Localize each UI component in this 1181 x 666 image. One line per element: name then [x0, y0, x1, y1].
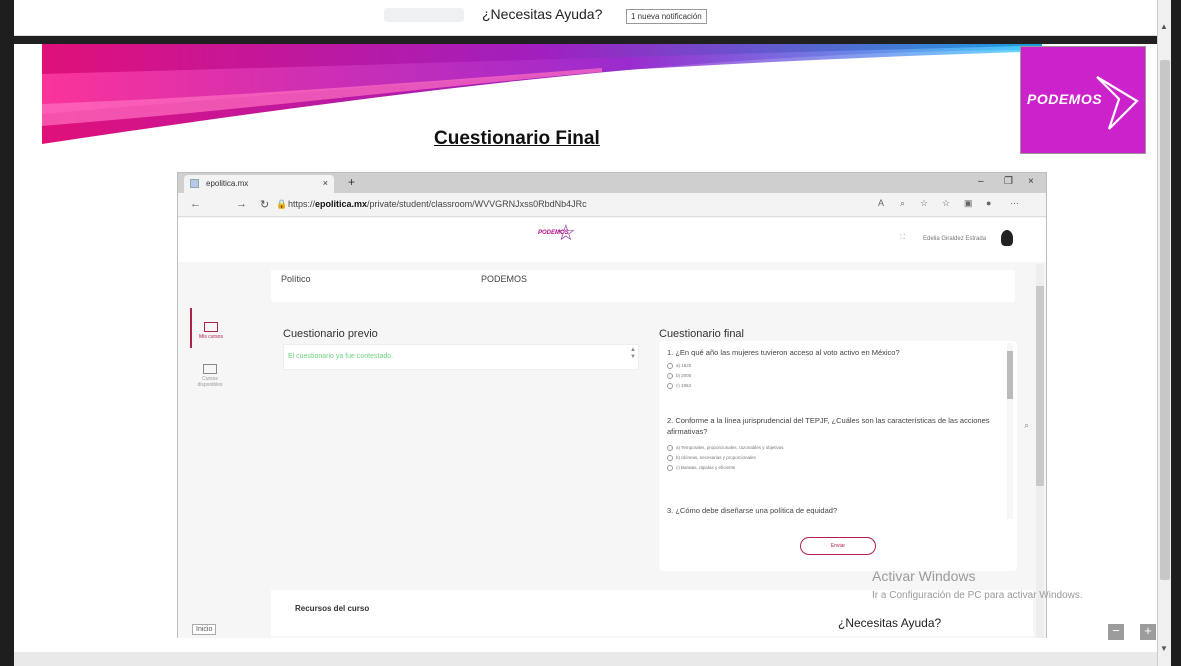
- info-right: PODEMOS: [481, 274, 528, 284]
- help-title[interactable]: ¿Necesitas Ayuda?: [482, 6, 602, 22]
- window-scrollbar[interactable]: ▲ ▼: [1157, 0, 1171, 666]
- blurred-area: [384, 8, 464, 22]
- option-label: a) 1920: [676, 363, 692, 369]
- user-name[interactable]: Edelia Giraldez Estrada: [923, 236, 986, 242]
- page-scroll-thumb[interactable]: [1036, 286, 1044, 486]
- sidebar-item-cursos-disponibles[interactable]: Cursos disponibles: [190, 364, 230, 388]
- read-aloud-icon[interactable]: A: [878, 198, 884, 208]
- favicon-icon: [190, 179, 199, 188]
- option-label: a) Temporales, proporcionales, razonable…: [676, 445, 784, 451]
- notification-badge[interactable]: 1 nueva notificación: [626, 9, 707, 24]
- refresh-icon[interactable]: ↻: [260, 198, 269, 211]
- presentation-frame: ¿Necesitas Ayuda? 1 nueva notificación P…: [0, 0, 1181, 666]
- sidebar-item-label: Mis cursos: [199, 334, 223, 340]
- activate-windows-title: Activar Windows: [872, 568, 976, 584]
- url-domain: epolitica.mx: [315, 199, 368, 209]
- browser-tab[interactable]: epolitica.mx ×: [184, 175, 334, 193]
- sidebar-item-mis-cursos[interactable]: Mis cursos: [190, 308, 230, 348]
- close-window-button[interactable]: ×: [1028, 176, 1034, 187]
- option-label: b) 2005: [676, 373, 692, 379]
- question-1: 1. ¿En qué año las mujeres tuvieron acce…: [667, 348, 900, 357]
- inicio-button[interactable]: Inicio: [192, 624, 217, 635]
- more-icon[interactable]: ⋯: [1010, 198, 1019, 209]
- top-help-bar: ¿Necesitas Ayuda? 1 nueva notificación: [14, 0, 1171, 36]
- search-icon[interactable]: ⌕: [1024, 420, 1029, 431]
- url-prefix: https://: [288, 199, 316, 209]
- option-2b[interactable]: b) Idóneas, necesarias y proporcionales: [667, 455, 756, 461]
- left-border: [0, 0, 14, 666]
- question-3: 3. ¿Cómo debe diseñarse una política de …: [667, 506, 838, 515]
- radio-button[interactable]: [667, 363, 673, 369]
- profile-icon[interactable]: ●: [986, 198, 991, 208]
- scroll-down-icon[interactable]: ▼: [1160, 644, 1168, 653]
- option-1b[interactable]: b) 2005: [667, 373, 691, 379]
- option-label: c) 1953: [676, 383, 692, 389]
- expand-icon[interactable]: ⛶: [900, 234, 905, 242]
- tab-bar: epolitica.mx × + – ❐ ×: [178, 173, 1046, 193]
- tab-close-icon[interactable]: ×: [323, 178, 328, 188]
- info-left: Político: [281, 274, 311, 284]
- url-field[interactable]: https://epolitica.mx/private/student/cla…: [288, 199, 587, 209]
- prev-quiz-title: Cuestionario previo: [283, 328, 378, 340]
- page-header: PODEMOS ☆ ⛶ Edelia Giraldez Estrada: [178, 218, 1046, 262]
- star-icon: [1096, 76, 1139, 130]
- monitor-icon: [203, 364, 217, 374]
- favorite-icon[interactable]: ☆: [920, 198, 928, 209]
- slide-title: Cuestionario Final: [434, 128, 600, 149]
- option-1c[interactable]: c) 1953: [667, 383, 691, 389]
- prev-quiz-box: El cuestionario ya fue contestado. ▲ ▼: [283, 344, 639, 370]
- question-2: 2. Conforme a la línea jurisprudencial d…: [667, 416, 990, 436]
- radio-button[interactable]: [667, 383, 673, 389]
- minimize-button[interactable]: –: [978, 176, 984, 187]
- option-label: c) Baratas, rápidas y eficiente: [676, 465, 736, 471]
- header-star-icon: ☆: [556, 220, 576, 245]
- radio-button[interactable]: [667, 455, 673, 461]
- option-1a[interactable]: a) 1920: [667, 363, 691, 369]
- address-bar: ← → ↻ 🔒 https://epolitica.mx/private/stu…: [178, 193, 1046, 217]
- radio-button[interactable]: [667, 465, 673, 471]
- bottom-bar: [14, 652, 1157, 666]
- zoom-icon[interactable]: ⌕: [900, 198, 905, 209]
- radio-button[interactable]: [667, 445, 673, 451]
- url-path: /private/student/classroom/WVVGRNJxss0Rb…: [367, 199, 587, 209]
- option-2c[interactable]: c) Baratas, rápidas y eficiente: [667, 465, 735, 471]
- new-tab-button[interactable]: +: [348, 175, 355, 189]
- avatar[interactable]: [1001, 230, 1013, 246]
- quiz-scrollbar[interactable]: [1007, 343, 1013, 519]
- podemos-logo: PODEMOS: [1020, 46, 1146, 154]
- option-label: b) Idóneas, necesarias y proporcionales: [676, 455, 756, 461]
- favorites-bar-icon[interactable]: ☆: [942, 198, 950, 209]
- page-scrollbar[interactable]: [1036, 264, 1044, 638]
- radio-button[interactable]: [667, 373, 673, 379]
- monitor-icon: [204, 322, 218, 332]
- sidebar: Mis cursos Cursos disponibles: [190, 308, 230, 638]
- back-icon[interactable]: ←: [190, 198, 201, 210]
- zoom-in-button[interactable]: +: [1140, 624, 1156, 640]
- resources-title: Recursos del curso: [295, 604, 370, 613]
- option-2a[interactable]: a) Temporales, proporcionales, razonable…: [667, 445, 783, 451]
- course-info-card: Político PODEMOS: [271, 270, 1015, 302]
- prev-quiz-message: El cuestionario ya fue contestado.: [288, 353, 394, 360]
- help-link[interactable]: ¿Necesitas Ayuda?: [838, 616, 941, 630]
- tab-title: epolitica.mx: [206, 179, 249, 188]
- prev-box-scroll[interactable]: ▲ ▼: [630, 347, 636, 361]
- sidebar-item-label: Cursos disponibles: [197, 376, 223, 388]
- slide: ¿Necesitas Ayuda? 1 nueva notificación P…: [14, 0, 1171, 666]
- send-button[interactable]: Enviar: [800, 537, 876, 555]
- divider-band: [14, 36, 1171, 44]
- maximize-button[interactable]: ❐: [1004, 176, 1013, 187]
- scroll-up-icon[interactable]: ▲: [1160, 22, 1168, 31]
- lock-icon: 🔒: [276, 199, 288, 209]
- zoom-out-button[interactable]: −: [1108, 624, 1124, 640]
- window-scroll-thumb[interactable]: [1160, 60, 1170, 580]
- scroll-thumb[interactable]: [1007, 351, 1013, 399]
- collections-icon[interactable]: ▣: [964, 198, 973, 209]
- final-quiz-title: Cuestionario final: [659, 328, 744, 340]
- final-quiz-box: 1. ¿En qué año las mujeres tuvieron acce…: [659, 341, 1017, 571]
- right-border: [1171, 0, 1181, 666]
- activate-windows-sub: Ir a Configuración de PC para activar Wi…: [872, 590, 1083, 601]
- forward-icon[interactable]: →: [236, 198, 247, 210]
